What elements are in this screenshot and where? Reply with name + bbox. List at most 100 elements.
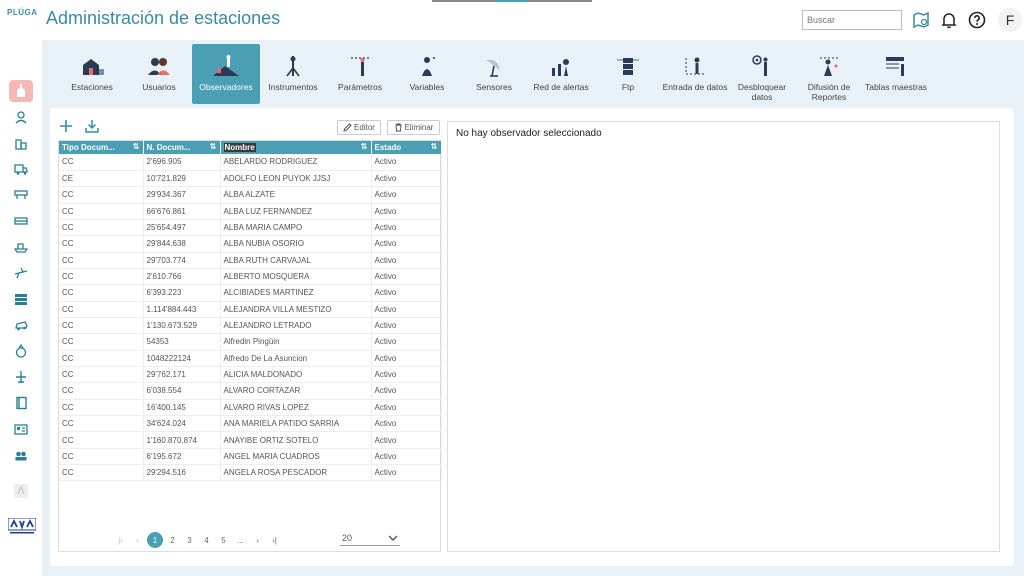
table-row[interactable]: CC 66'676.861 ALBA LUZ FERNANDEZ Activo	[59, 203, 442, 220]
table-row[interactable]: CC 34'624.024 ANA MARIELA PATIDO SARRIA Act…	[59, 415, 442, 433]
sidebar-item-layers[interactable]	[9, 288, 33, 310]
table-row[interactable]: CC 1.114'884.443 ALEJANDRA VILLA MESTIZO Ac…	[59, 301, 442, 318]
next-page-button[interactable]: ›	[249, 536, 266, 545]
table-row[interactable]: CC 6'195.672 ANGEL MARIA CUADROS Activo	[59, 448, 442, 466]
cell-name: ALBERTO MOSQUERA	[220, 268, 372, 286]
nav-item-instruments[interactable]: Instrumentos	[259, 44, 327, 104]
cell-doc-type: CC	[59, 252, 144, 269]
sidebar-item-group[interactable]	[9, 444, 33, 466]
page-size-select[interactable]: 20	[340, 530, 400, 546]
edit-button[interactable]: Editor	[337, 120, 381, 135]
map-settings-icon[interactable]	[910, 9, 932, 31]
cell-doc-type: CC	[59, 333, 144, 351]
cell-doc-type: CC	[59, 431, 144, 449]
empty-selection-message: No hay observador seleccionado	[456, 128, 602, 139]
cell-name: ALBA MARIA CAMPO	[220, 219, 372, 237]
delete-button[interactable]: Eliminar	[387, 120, 440, 135]
nav-item-stations[interactable]: Estaciones	[58, 44, 126, 104]
cell-doc-number: 6'195.672	[143, 448, 221, 466]
table-row[interactable]: CC 29'703.774 ALBA RUTH CARVAJAL Activo	[59, 252, 442, 269]
master-tables-icon	[883, 52, 909, 80]
cell-doc-type: CC	[59, 284, 144, 302]
page-button-3[interactable]: 3	[181, 536, 198, 545]
table-row[interactable]: CC 2'696.905 ABELARDO RODRIGUEZ Activo	[59, 154, 442, 171]
table-row[interactable]: CC 6'038.554 ALVARO CORTAZAR Activo	[59, 382, 442, 400]
cell-doc-number: 6'038.554	[143, 382, 221, 400]
first-page-button[interactable]: |‹	[112, 536, 129, 545]
nav-item-alert-network[interactable]: Red de alertas	[527, 44, 595, 104]
column-header-doc-type[interactable]: Tipo Docum... ⇅	[59, 141, 144, 154]
page-button-2[interactable]: 2	[164, 536, 181, 545]
nav-item-data-entry[interactable]: Entrada de datos	[661, 44, 729, 104]
bell-icon[interactable]	[938, 9, 960, 31]
table-row[interactable]: CC 2'610.766 ALBERTO MOSQUERA Activo	[59, 268, 442, 286]
sidebar-item-truck[interactable]	[9, 158, 33, 180]
cell-name: ANGELA ROSA PESCADOR	[220, 464, 372, 482]
cell-doc-number: 1.114'884.443	[143, 301, 221, 318]
table-row[interactable]: CC 29'294.516 ANGELA ROSA PESCADOR Activo	[59, 464, 442, 482]
variables-icon	[414, 52, 440, 80]
user-avatar[interactable]: F	[998, 8, 1022, 32]
last-page-button[interactable]: ›|	[266, 536, 283, 545]
sidebar-item-airplane[interactable]	[9, 366, 33, 388]
nav-item-master-tables[interactable]: Tablas maestras	[862, 44, 930, 104]
sidebar-item-id-card[interactable]	[9, 418, 33, 440]
cell-doc-type: CC	[59, 415, 144, 433]
column-header-doc-number[interactable]: N. Docum... ⇅	[143, 141, 221, 154]
report-broadcast-icon	[816, 52, 842, 80]
table-row[interactable]: CC 16'400.145 ALVARO RIVAS LOPEZ Activo	[59, 399, 442, 417]
table-row[interactable]: CC 29'844.638 ALBA NUBIA OSORIO Activo	[59, 235, 442, 253]
sidebar-item-users[interactable]	[9, 106, 33, 128]
nav-item-parameters[interactable]: Parámetros	[326, 44, 394, 104]
cell-name: ALCIBIADES MARTINEZ	[220, 284, 372, 302]
table-row[interactable]: CC 1'160.870.874 ANAYIBE ORTIZ SOTELO Activ…	[59, 431, 442, 449]
download-icon[interactable]	[84, 118, 100, 134]
filter-sort-icon[interactable]: ⇅	[210, 142, 217, 151]
cell-status: Activo	[371, 235, 442, 253]
nav-item-unlock-data[interactable]: Desbloquear datos	[728, 44, 796, 104]
table-row[interactable]: CC 1048222124 Alfredo De La Asuncion Activo	[59, 350, 442, 367]
sidebar-item-stations[interactable]	[9, 80, 33, 102]
page-button-5[interactable]: 5	[215, 536, 232, 545]
sidebar	[0, 40, 42, 576]
table-row[interactable]: CC 29'762.171 ALICIA MALDONADO Activo	[59, 366, 442, 384]
nav-item-users[interactable]: Usuarios	[125, 44, 193, 104]
nav-label: Observadores	[199, 82, 253, 92]
cell-status: Activo	[371, 301, 442, 318]
sidebar-item-server[interactable]	[9, 184, 33, 206]
nav-item-report-broadcast[interactable]: Difusión de Reportes	[795, 44, 863, 104]
sidebar-item-bed[interactable]	[9, 210, 33, 232]
add-icon[interactable]	[58, 118, 74, 134]
sidebar-item-bag[interactable]	[9, 340, 33, 362]
page-button-1[interactable]: 1	[147, 532, 163, 548]
column-header-name[interactable]: Nombre ⇅	[220, 141, 372, 154]
column-header-status[interactable]: Estado ⇅	[371, 141, 442, 154]
table-row[interactable]: CC 29'934.367 ALBA ALZATE Activo	[59, 186, 442, 204]
table-row[interactable]: CC 25'654.497 ALBA MARIA CAMPO Activo	[59, 219, 442, 237]
filter-sort-icon[interactable]: ⇅	[133, 142, 140, 151]
table-row[interactable]: CC 54353 Alfredin Pingüin Activo	[59, 333, 442, 351]
table-row[interactable]: CC 1'130.673.529 ALEJANDRO LETRADO Activo	[59, 317, 442, 335]
table-row[interactable]: CE 10'721.829 ADOLFO LEON PUYOK JJSJ Activo	[59, 170, 442, 188]
sidebar-item-ship[interactable]	[9, 236, 33, 258]
page-ellipsis[interactable]: ...	[232, 536, 249, 545]
observers-table-container: Tipo Docum... ⇅ N. Docum... ⇅ Nombre ⇅ Esta…	[58, 140, 442, 552]
search-input[interactable]	[802, 10, 902, 30]
sidebar-item-car[interactable]	[9, 314, 33, 336]
sidebar-item-book[interactable]	[9, 392, 33, 414]
page-button-4[interactable]: 4	[198, 536, 215, 545]
help-icon[interactable]	[966, 9, 988, 31]
page-title: Administración de estaciones	[46, 8, 281, 28]
nav-item-variables[interactable]: Variables	[393, 44, 461, 104]
cell-doc-type: CC	[59, 464, 144, 482]
nav-item-ftp[interactable]: Ftp	[594, 44, 662, 104]
sidebar-item-buildings[interactable]	[9, 132, 33, 154]
filter-sort-icon[interactable]: ⇅	[361, 142, 368, 151]
cell-name: ANGEL MARIA CUADROS	[220, 448, 372, 466]
prev-page-button[interactable]: ‹	[129, 536, 146, 545]
sidebar-item-plane[interactable]	[9, 262, 33, 284]
filter-sort-icon[interactable]: ⇅	[431, 142, 438, 151]
nav-item-observers[interactable]: Observadores	[192, 44, 260, 104]
table-row[interactable]: CC 6'393.223 ALCIBIADES MARTINEZ Activo	[59, 284, 442, 302]
nav-item-sensors[interactable]: Sensores	[460, 44, 528, 104]
